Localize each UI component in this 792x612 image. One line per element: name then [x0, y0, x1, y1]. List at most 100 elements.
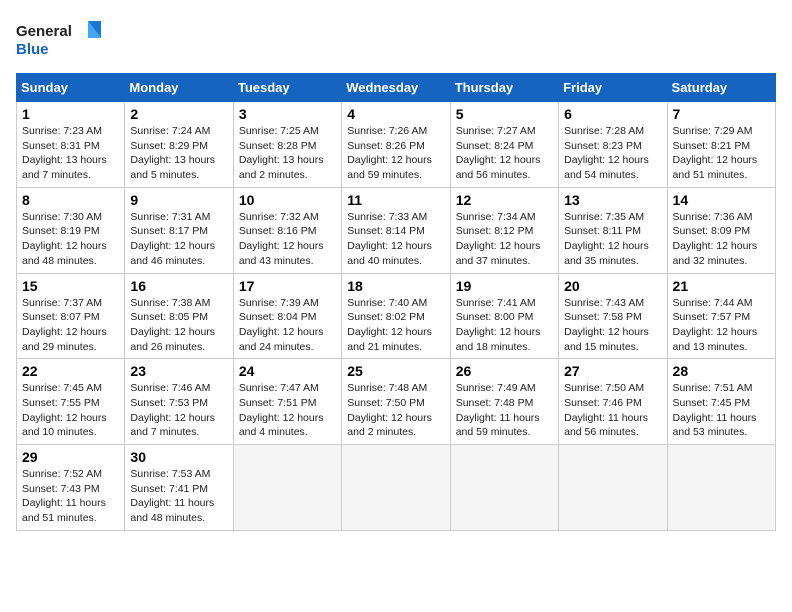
- calendar-day-7: 7Sunrise: 7:29 AMSunset: 8:21 PMDaylight…: [667, 102, 775, 188]
- calendar-day-3: 3 Sunrise: 7:25 AMSunset: 8:28 PMDaylight…: [233, 102, 341, 188]
- day-number: 22: [22, 363, 119, 379]
- day-info: Sunrise: 7:31 AMSunset: 8:17 PMDaylight:…: [130, 210, 227, 269]
- calendar-day-8: 8Sunrise: 7:30 AMSunset: 8:19 PMDaylight…: [17, 187, 125, 273]
- calendar-day-28: 28 Sunrise: 7:51 AMSunset: 7:45 PMDayligh…: [667, 359, 775, 445]
- calendar-day-22: 22 Sunrise: 7:45 AMSunset: 7:55 PMDayligh…: [17, 359, 125, 445]
- day-number: 23: [130, 363, 227, 379]
- calendar-day-19: 19 Sunrise: 7:41 AMSunset: 8:00 PMDayligh…: [450, 273, 558, 359]
- day-number: 24: [239, 363, 336, 379]
- day-info: Sunrise: 7:33 AMSunset: 8:14 PMDaylight:…: [347, 210, 444, 269]
- day-info: Sunrise: 7:51 AMSunset: 7:45 PMDaylight:…: [673, 381, 770, 440]
- calendar-week-row: 1 Sunrise: 7:23 AMSunset: 8:31 PMDaylight…: [17, 102, 776, 188]
- day-number: 8: [22, 192, 119, 208]
- calendar-day-empty: [667, 445, 775, 531]
- day-number: 13: [564, 192, 661, 208]
- day-info: Sunrise: 7:26 AMSunset: 8:26 PMDaylight:…: [347, 124, 444, 183]
- day-number: 1: [22, 106, 119, 122]
- day-info: Sunrise: 7:48 AMSunset: 7:50 PMDaylight:…: [347, 381, 444, 440]
- day-number: 16: [130, 278, 227, 294]
- svg-text:Blue: Blue: [16, 41, 49, 58]
- day-header-sunday: Sunday: [17, 74, 125, 102]
- day-number: 21: [673, 278, 770, 294]
- calendar-week-row: 22 Sunrise: 7:45 AMSunset: 7:55 PMDayligh…: [17, 359, 776, 445]
- calendar-day-15: 15 Sunrise: 7:37 AMSunset: 8:07 PMDayligh…: [17, 273, 125, 359]
- calendar-day-12: 12 Sunrise: 7:34 AMSunset: 8:12 PMDayligh…: [450, 187, 558, 273]
- calendar-week-row: 15 Sunrise: 7:37 AMSunset: 8:07 PMDayligh…: [17, 273, 776, 359]
- calendar-day-13: 13 Sunrise: 7:35 AMSunset: 8:11 PMDayligh…: [559, 187, 667, 273]
- day-number: 25: [347, 363, 444, 379]
- calendar-day-1: 1 Sunrise: 7:23 AMSunset: 8:31 PMDaylight…: [17, 102, 125, 188]
- calendar-week-row: 8Sunrise: 7:30 AMSunset: 8:19 PMDaylight…: [17, 187, 776, 273]
- day-number: 27: [564, 363, 661, 379]
- calendar-day-29: 29 Sunrise: 7:52 AMSunset: 7:43 PMDayligh…: [17, 445, 125, 531]
- day-number: 14: [673, 192, 770, 208]
- day-number: 5: [456, 106, 553, 122]
- calendar-day-empty: [559, 445, 667, 531]
- calendar-day-9: 9Sunrise: 7:31 AMSunset: 8:17 PMDaylight…: [125, 187, 233, 273]
- day-info: Sunrise: 7:35 AMSunset: 8:11 PMDaylight:…: [564, 210, 661, 269]
- day-info: Sunrise: 7:44 AMSunset: 7:57 PMDaylight:…: [673, 296, 770, 355]
- day-info: Sunrise: 7:36 AMSunset: 8:09 PMDaylight:…: [673, 210, 770, 269]
- day-header-tuesday: Tuesday: [233, 74, 341, 102]
- day-info: Sunrise: 7:34 AMSunset: 8:12 PMDaylight:…: [456, 210, 553, 269]
- calendar-day-17: 17 Sunrise: 7:39 AMSunset: 8:04 PMDayligh…: [233, 273, 341, 359]
- day-number: 30: [130, 449, 227, 465]
- day-info: Sunrise: 7:53 AMSunset: 7:41 PMDaylight:…: [130, 467, 227, 526]
- calendar-day-11: 11Sunrise: 7:33 AMSunset: 8:14 PMDayligh…: [342, 187, 450, 273]
- calendar-day-4: 4 Sunrise: 7:26 AMSunset: 8:26 PMDaylight…: [342, 102, 450, 188]
- calendar-day-27: 27 Sunrise: 7:50 AMSunset: 7:46 PMDayligh…: [559, 359, 667, 445]
- logo-svg: General Blue: [16, 16, 106, 61]
- calendar-day-20: 20 Sunrise: 7:43 AMSunset: 7:58 PMDayligh…: [559, 273, 667, 359]
- calendar-day-empty: [342, 445, 450, 531]
- page-header: General Blue: [16, 16, 776, 61]
- calendar-day-24: 24 Sunrise: 7:47 AMSunset: 7:51 PMDayligh…: [233, 359, 341, 445]
- day-info: Sunrise: 7:47 AMSunset: 7:51 PMDaylight:…: [239, 381, 336, 440]
- day-number: 19: [456, 278, 553, 294]
- calendar-week-row: 29 Sunrise: 7:52 AMSunset: 7:43 PMDayligh…: [17, 445, 776, 531]
- day-info: Sunrise: 7:37 AMSunset: 8:07 PMDaylight:…: [22, 296, 119, 355]
- day-info: Sunrise: 7:32 AMSunset: 8:16 PMDaylight:…: [239, 210, 336, 269]
- day-number: 18: [347, 278, 444, 294]
- calendar-day-empty: [233, 445, 341, 531]
- day-number: 29: [22, 449, 119, 465]
- calendar-table: SundayMondayTuesdayWednesdayThursdayFrid…: [16, 73, 776, 531]
- day-number: 17: [239, 278, 336, 294]
- day-number: 4: [347, 106, 444, 122]
- day-number: 2: [130, 106, 227, 122]
- calendar-day-30: 30 Sunrise: 7:53 AMSunset: 7:41 PMDayligh…: [125, 445, 233, 531]
- day-info: Sunrise: 7:43 AMSunset: 7:58 PMDaylight:…: [564, 296, 661, 355]
- day-info: Sunrise: 7:41 AMSunset: 8:00 PMDaylight:…: [456, 296, 553, 355]
- day-info: Sunrise: 7:40 AMSunset: 8:02 PMDaylight:…: [347, 296, 444, 355]
- calendar-day-empty: [450, 445, 558, 531]
- day-header-saturday: Saturday: [667, 74, 775, 102]
- day-number: 3: [239, 106, 336, 122]
- day-number: 6: [564, 106, 661, 122]
- calendar-day-21: 21 Sunrise: 7:44 AMSunset: 7:57 PMDayligh…: [667, 273, 775, 359]
- calendar-day-14: 14 Sunrise: 7:36 AMSunset: 8:09 PMDayligh…: [667, 187, 775, 273]
- day-info: Sunrise: 7:49 AMSunset: 7:48 PMDaylight:…: [456, 381, 553, 440]
- calendar-header-row: SundayMondayTuesdayWednesdayThursdayFrid…: [17, 74, 776, 102]
- calendar-day-18: 18 Sunrise: 7:40 AMSunset: 8:02 PMDayligh…: [342, 273, 450, 359]
- day-info: Sunrise: 7:50 AMSunset: 7:46 PMDaylight:…: [564, 381, 661, 440]
- day-info: Sunrise: 7:45 AMSunset: 7:55 PMDaylight:…: [22, 381, 119, 440]
- calendar-day-16: 16 Sunrise: 7:38 AMSunset: 8:05 PMDayligh…: [125, 273, 233, 359]
- day-number: 26: [456, 363, 553, 379]
- calendar-day-2: 2 Sunrise: 7:24 AMSunset: 8:29 PMDaylight…: [125, 102, 233, 188]
- day-info: Sunrise: 7:23 AMSunset: 8:31 PMDaylight:…: [22, 124, 119, 183]
- day-info: Sunrise: 7:52 AMSunset: 7:43 PMDaylight:…: [22, 467, 119, 526]
- svg-text:General: General: [16, 23, 72, 40]
- day-info: Sunrise: 7:27 AMSunset: 8:24 PMDaylight:…: [456, 124, 553, 183]
- day-info: Sunrise: 7:29 AMSunset: 8:21 PMDaylight:…: [673, 124, 770, 183]
- day-number: 28: [673, 363, 770, 379]
- day-number: 15: [22, 278, 119, 294]
- day-info: Sunrise: 7:38 AMSunset: 8:05 PMDaylight:…: [130, 296, 227, 355]
- day-info: Sunrise: 7:25 AMSunset: 8:28 PMDaylight:…: [239, 124, 336, 183]
- day-number: 10: [239, 192, 336, 208]
- calendar-day-23: 23 Sunrise: 7:46 AMSunset: 7:53 PMDayligh…: [125, 359, 233, 445]
- day-info: Sunrise: 7:46 AMSunset: 7:53 PMDaylight:…: [130, 381, 227, 440]
- day-header-wednesday: Wednesday: [342, 74, 450, 102]
- day-info: Sunrise: 7:39 AMSunset: 8:04 PMDaylight:…: [239, 296, 336, 355]
- day-number: 20: [564, 278, 661, 294]
- day-number: 12: [456, 192, 553, 208]
- day-info: Sunrise: 7:24 AMSunset: 8:29 PMDaylight:…: [130, 124, 227, 183]
